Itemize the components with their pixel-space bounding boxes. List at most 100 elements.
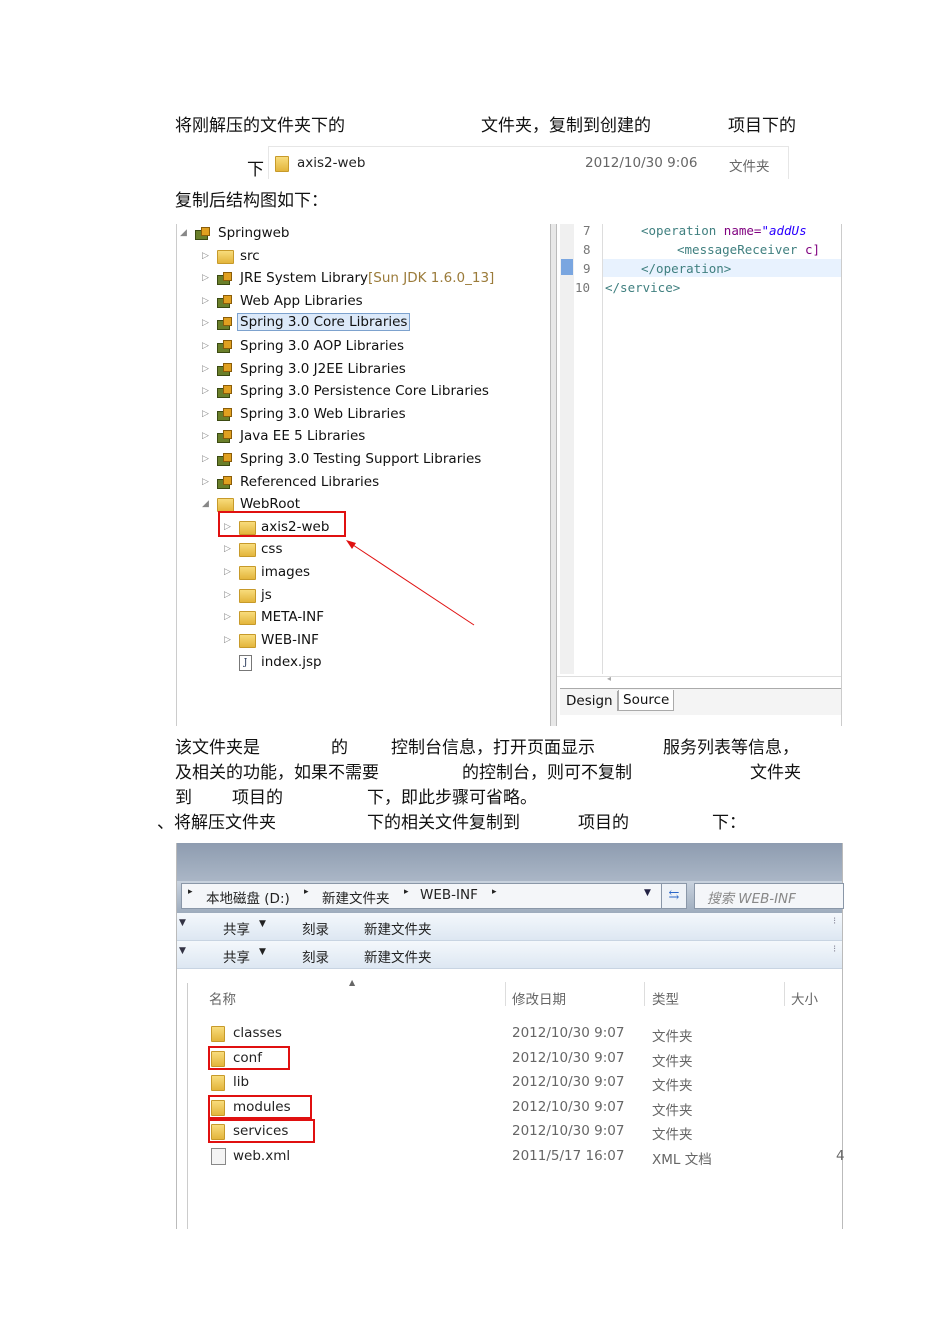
expand-arrow-icon[interactable]: ▷ xyxy=(224,635,231,645)
file-row[interactable]: web.xml 2011/5/17 16:07 XML 文档 4 xyxy=(177,1146,845,1168)
column-headers: 名称 ▲ 修改日期 类型 大小 xyxy=(209,978,818,1008)
package-explorer: ◢ Springweb ▷ src ▷ JRE System Library [Sun JD… xyxy=(176,224,551,726)
splitter[interactable] xyxy=(550,224,557,726)
collapse-arrow-icon[interactable]: ◢ xyxy=(202,499,209,509)
library-icon xyxy=(217,385,232,399)
highlight-box xyxy=(208,1119,315,1143)
tree-item[interactable]: js xyxy=(261,587,272,603)
para2-text: 下的相关文件复制到 xyxy=(367,813,520,833)
expand-arrow-icon[interactable]: ▷ xyxy=(202,273,209,283)
para2-text: 控制台信息，打开页面显示 xyxy=(391,738,595,758)
file-type: 文件夹 xyxy=(652,1078,693,1094)
expand-arrow-icon[interactable]: ▷ xyxy=(202,364,209,374)
tree-item-root[interactable]: Springweb xyxy=(218,225,289,241)
tree-item[interactable]: images xyxy=(261,564,310,580)
para2-text: 的控制台，则可不复制 xyxy=(462,763,632,783)
organize-dropdown-icon[interactable]: ▼ xyxy=(179,918,186,928)
tree-item[interactable]: Spring 3.0 Testing Support Libraries xyxy=(240,451,481,467)
tree-item[interactable]: Spring 3.0 AOP Libraries xyxy=(240,338,404,354)
para2-text: 下，即此步骤可省略。 xyxy=(367,788,537,808)
file-date: 2012/10/30 9:07 xyxy=(512,1098,625,1115)
folder-icon xyxy=(211,1075,225,1091)
tree-item[interactable]: index.jsp xyxy=(261,654,322,670)
para2-text: 项目的 xyxy=(232,788,283,808)
col-name[interactable]: 名称 xyxy=(209,988,236,1008)
new-folder-button[interactable]: 新建文件夹 xyxy=(364,918,432,938)
expand-arrow-icon[interactable]: ▷ xyxy=(202,454,209,464)
burn-button[interactable]: 刻录 xyxy=(302,918,329,938)
library-icon xyxy=(217,294,232,308)
burn-button[interactable]: 刻录 xyxy=(302,946,329,966)
library-icon xyxy=(217,475,232,489)
share-button[interactable]: 共享 xyxy=(223,946,250,966)
file-name: classes xyxy=(233,1025,282,1041)
tab-source[interactable]: Source xyxy=(618,690,675,711)
file-size: 4 xyxy=(836,1147,845,1164)
file-row[interactable]: lib 2012/10/30 9:07 文件夹 xyxy=(177,1072,842,1094)
tree-item-suffix: [Sun JDK 1.6.0_13] xyxy=(368,270,495,287)
expand-arrow-icon[interactable]: ▷ xyxy=(202,477,209,487)
tree-item[interactable]: Spring 3.0 J2EE Libraries xyxy=(240,361,406,377)
refresh-icon[interactable]: ⇆ xyxy=(661,883,687,909)
collapse-arrow-icon[interactable]: ◢ xyxy=(180,228,187,238)
para1-text: 项目下的 xyxy=(728,116,796,136)
file-type: XML 文档 xyxy=(652,1151,712,1168)
tree-item[interactable]: WebRoot xyxy=(240,496,300,512)
expand-arrow-icon[interactable]: ▷ xyxy=(202,318,209,328)
editor-ruler xyxy=(560,224,574,674)
file-row[interactable]: modules 2012/10/30 9:07 文件夹 xyxy=(177,1094,842,1119)
para2-text: 文件夹 xyxy=(750,763,801,783)
package-folder-icon xyxy=(217,249,234,264)
folder-entry[interactable]: axis2-web 2012/10/30 9:06 文件夹 xyxy=(268,146,789,179)
file-row[interactable]: conf 2012/10/30 9:07 文件夹 xyxy=(177,1045,842,1070)
expand-arrow-icon[interactable]: ▷ xyxy=(202,296,209,306)
new-folder-button[interactable]: 新建文件夹 xyxy=(364,946,432,966)
code-line: <messageReceiver c] xyxy=(677,242,820,257)
para1-text: 文件夹，复制到创建的 xyxy=(481,116,651,136)
address-bar[interactable]: ▸ 本地磁盘 (D:) ▸ 新建文件夹 ▸ WEB-INF ▸ ▼ xyxy=(181,883,686,909)
tree-item[interactable]: Spring 3.0 Core Libraries xyxy=(237,313,411,332)
tree-item[interactable]: WEB-INF xyxy=(261,632,319,648)
expand-arrow-icon[interactable]: ▷ xyxy=(202,341,209,351)
address-bar-area: ▸ 本地磁盘 (D:) ▸ 新建文件夹 ▸ WEB-INF ▸ ▼ ⇆ 搜索 W… xyxy=(177,881,844,913)
expand-arrow-icon[interactable]: ▷ xyxy=(224,544,231,554)
folder-icon xyxy=(239,588,256,603)
file-row[interactable]: services 2012/10/30 9:07 文件夹 xyxy=(177,1119,842,1143)
col-size[interactable]: 大小 xyxy=(791,988,818,1008)
file-explorer: ▸ 本地磁盘 (D:) ▸ 新建文件夹 ▸ WEB-INF ▸ ▼ ⇆ 搜索 W… xyxy=(176,843,845,1229)
tree-item[interactable]: META-INF xyxy=(261,609,324,625)
tab-design[interactable]: Design xyxy=(562,691,618,711)
tree-item[interactable]: Referenced Libraries xyxy=(240,474,379,490)
line-number: 8 xyxy=(583,242,591,257)
tree-item[interactable]: Spring 3.0 Persistence Core Libraries xyxy=(240,383,489,399)
col-date[interactable]: 修改日期 xyxy=(512,988,566,1008)
expand-arrow-icon[interactable]: ▷ xyxy=(202,251,209,261)
tree-item[interactable]: Web App Libraries xyxy=(240,293,363,309)
expand-arrow-icon[interactable]: ▷ xyxy=(202,386,209,396)
expand-arrow-icon[interactable]: ▷ xyxy=(224,612,231,622)
tree-item[interactable]: src xyxy=(240,248,260,264)
file-type: 文件夹 xyxy=(652,1102,693,1119)
para2-text: 项目的 xyxy=(578,813,629,833)
folder-name: axis2-web xyxy=(297,155,366,171)
breadcrumb-item[interactable]: 本地磁盘 (D:) xyxy=(206,887,290,907)
file-row[interactable]: classes 2012/10/30 9:07 文件夹 xyxy=(177,1023,842,1045)
breadcrumb-item[interactable]: 新建文件夹 xyxy=(322,887,390,907)
dropdown-icon[interactable]: ▼ xyxy=(644,888,651,898)
col-type[interactable]: 类型 xyxy=(652,988,679,1008)
expand-arrow-icon[interactable]: ▷ xyxy=(224,567,231,577)
share-button[interactable]: 共享 xyxy=(223,918,250,938)
breadcrumb-item[interactable]: WEB-INF xyxy=(420,887,478,903)
para2-text: 该文件夹是 xyxy=(175,738,260,758)
tree-item[interactable]: Spring 3.0 Web Libraries xyxy=(240,406,406,422)
tree-item[interactable]: css xyxy=(261,541,283,557)
grip-icon: ⁝ xyxy=(833,944,837,955)
tree-item[interactable]: JRE System Library xyxy=(240,270,368,286)
expand-arrow-icon[interactable]: ▷ xyxy=(224,590,231,600)
tree-item[interactable]: Java EE 5 Libraries xyxy=(240,428,365,444)
expand-arrow-icon[interactable]: ▷ xyxy=(202,431,209,441)
expand-arrow-icon[interactable]: ▷ xyxy=(202,409,209,419)
library-icon xyxy=(217,317,232,331)
search-input[interactable]: 搜索 WEB-INF xyxy=(694,883,844,909)
organize-dropdown-icon[interactable]: ▼ xyxy=(179,946,186,956)
